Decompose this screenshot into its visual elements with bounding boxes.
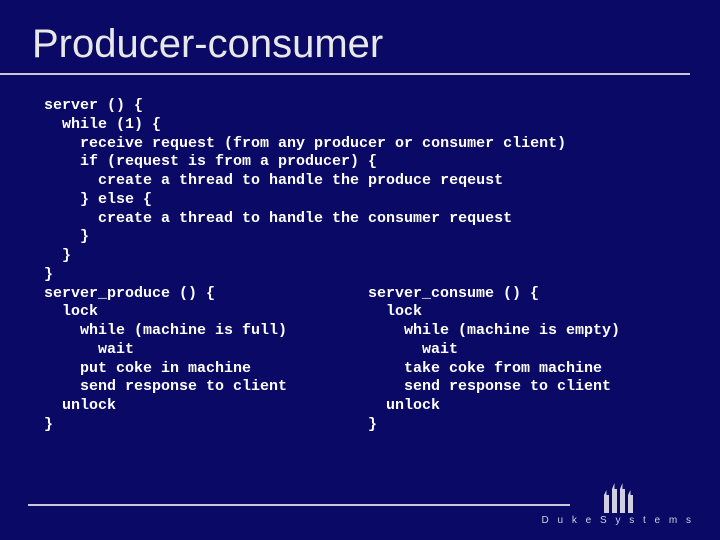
slide-title: Producer-consumer (0, 0, 690, 75)
footer-divider (28, 504, 570, 506)
code-block-consume: server_consume () { lock while (machine … (364, 285, 720, 435)
code-columns: server_produce () { lock while (machine … (0, 285, 720, 435)
brand-text: D u k e S y s t e m s (542, 515, 694, 526)
brand-logo: D u k e S y s t e m s (542, 483, 694, 526)
chapel-icon (596, 483, 640, 513)
code-block-server: server () { while (1) { receive request … (0, 75, 720, 285)
code-block-produce: server_produce () { lock while (machine … (44, 285, 364, 435)
